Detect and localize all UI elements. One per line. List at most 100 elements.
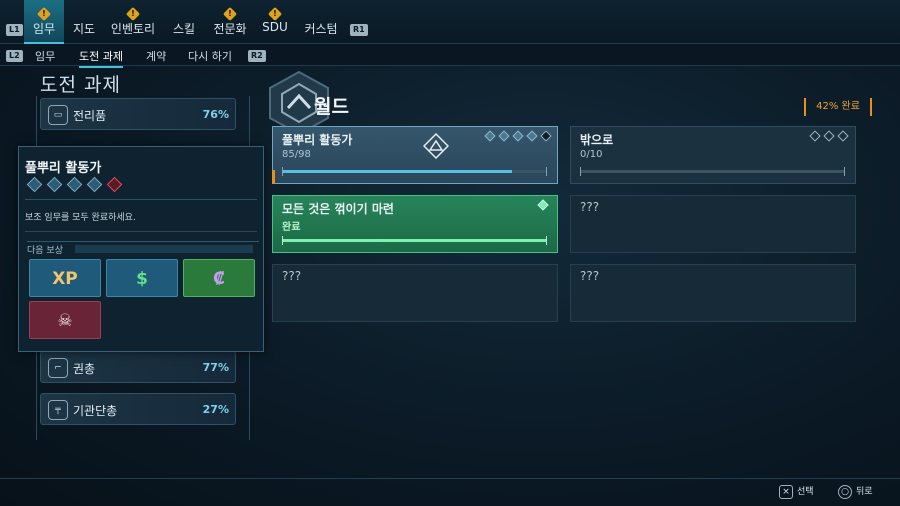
- rank-diamond-icon: [512, 130, 524, 142]
- category-name: 전리품: [73, 109, 107, 123]
- reward-mask: ☠: [29, 301, 101, 339]
- rank-diamond-icon: [823, 130, 835, 142]
- top-navigation: L1 ! 임무 지도 ! 인벤토리 스킬 ! 전문화 ! SDU 커스텀 R1: [0, 0, 900, 44]
- reward-ecredit: ₡: [183, 259, 255, 297]
- alert-icon: !: [36, 6, 52, 22]
- tab-map[interactable]: 지도: [68, 0, 100, 44]
- alert-icon: !: [267, 6, 283, 22]
- challenge-title: 풀뿌리 활동가: [282, 133, 353, 147]
- challenge-progress: 0/10: [580, 149, 603, 160]
- subtab-contracts[interactable]: 계약: [146, 48, 166, 64]
- rank-diamond-icon: [66, 176, 83, 193]
- rank-diamond-icon: [46, 176, 63, 193]
- divider: [25, 231, 257, 232]
- cash-icon: $: [136, 269, 148, 289]
- rank-diamond-icon: [537, 199, 549, 211]
- challenge-complete-label: 완료: [282, 222, 301, 233]
- section-completion: 42% 완료: [804, 98, 872, 116]
- select-hint-label: 선택: [797, 487, 814, 497]
- r1-bumper-hint: R1: [350, 24, 368, 36]
- alert-icon: !: [125, 6, 141, 22]
- tab-inventory-label: 인벤토리: [110, 22, 156, 36]
- challenge-title: ???: [580, 200, 600, 214]
- challenge-card-locked[interactable]: ???: [570, 195, 856, 253]
- r2-bumper-hint: R2: [248, 50, 266, 62]
- section-title: 월드: [314, 96, 349, 118]
- subtab-challenges[interactable]: 도전 과제: [79, 48, 123, 68]
- l2-bumper-hint: L2: [6, 50, 23, 62]
- progress-frame: [282, 236, 547, 245]
- subtab-missions[interactable]: 임무: [35, 48, 55, 64]
- category-item-smg[interactable]: ╤ 기관단총 27%: [40, 393, 236, 425]
- challenge-card-everything-breaks[interactable]: 모든 것은 꺾이기 마련 완료: [272, 195, 558, 253]
- rank-diamond-icon: [526, 130, 538, 142]
- page-title: 도전 과제: [40, 74, 121, 96]
- tab-skills-label: 스킬: [172, 22, 196, 36]
- progress-frame: [580, 167, 845, 176]
- tab-sdu-label: SDU: [262, 20, 288, 34]
- rank-diamond-icon: [86, 176, 103, 193]
- category-name: 권총: [73, 362, 96, 376]
- category-item-pistol[interactable]: ⌐ 권총 77%: [40, 351, 236, 383]
- loot-icon: ▭: [48, 105, 68, 125]
- challenge-card-outside[interactable]: 밖으로 0/10: [570, 126, 856, 184]
- triangle-button-icon: [423, 133, 449, 159]
- challenge-title: 모든 것은 꺾이기 마련: [282, 202, 394, 216]
- pistol-icon: ⌐: [48, 358, 68, 378]
- l1-bumper-hint: L1: [6, 24, 23, 36]
- tab-specializations-label: 전문화: [213, 22, 247, 36]
- rank-diamond-icon: [484, 130, 496, 142]
- tab-inventory[interactable]: ! 인벤토리: [108, 0, 158, 44]
- challenge-progress: 85/98: [282, 149, 311, 160]
- challenge-card-locked[interactable]: ???: [570, 264, 856, 322]
- footer-divider: [0, 478, 900, 479]
- rank-diamond-icon: [540, 130, 552, 142]
- tab-missions-label: 임무: [32, 22, 56, 36]
- challenge-card-grassroots[interactable]: 풀뿌리 활동가 85/98: [272, 126, 558, 184]
- popup-title: 풀뿌리 활동가: [25, 161, 102, 176]
- divider: [25, 199, 257, 200]
- rank-diamond-icon: [837, 130, 849, 142]
- circle-button-icon: ○: [838, 484, 852, 499]
- popup-description: 보조 임무를 모두 완료하세요.: [25, 213, 136, 223]
- tab-map-label: 지도: [72, 22, 96, 36]
- back-button-hint[interactable]: ○ 뒤로: [838, 484, 873, 500]
- xp-icon: XP: [52, 269, 78, 289]
- category-percent: 76%: [202, 108, 229, 121]
- ecredit-icon: ₡: [213, 269, 225, 289]
- challenge-title: ???: [282, 269, 302, 283]
- progress-frame: [282, 167, 547, 176]
- challenge-detail-popup: 풀뿌리 활동가 보조 임무를 모두 완료하세요. 다음 보상 XP $ ₡ ☠: [18, 146, 264, 352]
- rank-diamond-icon: [809, 130, 821, 142]
- reward-cash: $: [106, 259, 178, 297]
- tab-skills[interactable]: 스킬: [170, 0, 198, 44]
- alert-icon: !: [222, 6, 238, 22]
- smg-icon: ╤: [48, 400, 68, 420]
- sub-navigation: L2 임무 도전 과제 계약 다시 하기 R2: [0, 44, 900, 68]
- current-rank-diamond-icon: [106, 176, 123, 193]
- cross-button-icon: ×: [779, 484, 793, 499]
- challenge-title: 밖으로: [580, 133, 614, 147]
- tab-missions[interactable]: ! 임무: [24, 0, 64, 44]
- skull-icon: ☠: [57, 311, 73, 331]
- reward-xp: XP: [29, 259, 101, 297]
- challenge-card-locked[interactable]: ???: [272, 264, 558, 322]
- next-reward-label: 다음 보상: [27, 246, 63, 256]
- category-percent: 77%: [202, 361, 229, 374]
- select-button-hint[interactable]: × 선택: [779, 484, 814, 500]
- category-item-loot[interactable]: ▭ 전리품 76%: [40, 98, 236, 130]
- back-hint-label: 뒤로: [856, 487, 873, 497]
- tab-specializations[interactable]: ! 전문화: [210, 0, 250, 44]
- tab-customize-label: 커스텀: [304, 22, 338, 36]
- tab-sdu[interactable]: ! SDU: [260, 0, 290, 44]
- subtab-replay[interactable]: 다시 하기: [188, 48, 232, 64]
- selection-marker: [272, 170, 275, 184]
- challenge-title: ???: [580, 269, 600, 283]
- category-percent: 27%: [202, 403, 229, 416]
- category-name: 기관단총: [73, 404, 118, 418]
- next-reward-header: 다음 보상: [27, 241, 259, 256]
- rank-diamond-icon: [26, 176, 43, 193]
- tab-customize[interactable]: 커스텀: [302, 0, 340, 44]
- reward-header-bar: [75, 245, 253, 253]
- rank-diamond-icon: [498, 130, 510, 142]
